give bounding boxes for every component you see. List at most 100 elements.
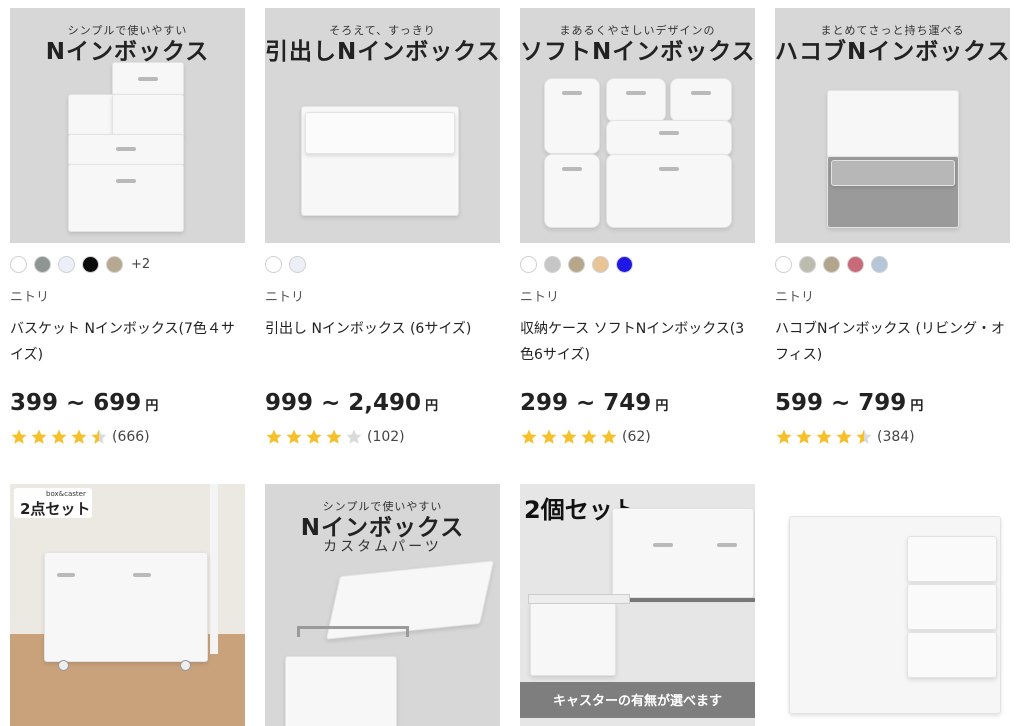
rating-stars bbox=[10, 428, 110, 446]
star-icon bbox=[601, 429, 617, 444]
product-name[interactable]: バスケット Nインボックス(7色４サイズ) bbox=[10, 316, 245, 368]
image-caption: カスタムパーツ bbox=[323, 539, 442, 555]
color-swatch[interactable] bbox=[871, 255, 888, 273]
image-title: ソフトNインボックス bbox=[520, 39, 755, 65]
box-graphic bbox=[544, 78, 600, 154]
rating-stars bbox=[520, 428, 620, 446]
product-image[interactable]: 2個セット キャスターの有無が選べます bbox=[520, 484, 755, 726]
drawer-graphic bbox=[907, 536, 997, 582]
image-title: Nインボックス bbox=[45, 39, 210, 65]
product-image[interactable] bbox=[775, 484, 1010, 726]
color-swatch[interactable] bbox=[799, 255, 816, 273]
product-name[interactable]: 収納ケース ソフトNインボックス(3色6サイズ) bbox=[520, 316, 755, 368]
star-icon bbox=[11, 429, 27, 444]
star-icon bbox=[346, 429, 362, 444]
color-swatch[interactable] bbox=[34, 255, 51, 273]
color-swatch[interactable] bbox=[847, 255, 864, 273]
box-graphic bbox=[112, 94, 184, 138]
rating: (384) bbox=[775, 426, 1010, 448]
box-graphic bbox=[606, 154, 732, 228]
color-swatch[interactable] bbox=[289, 255, 306, 273]
banner-text: キャスターの有無が選べます bbox=[552, 694, 722, 709]
color-swatches bbox=[265, 255, 500, 273]
review-count[interactable]: (666) bbox=[112, 429, 150, 445]
color-swatch[interactable] bbox=[82, 255, 99, 273]
product-card[interactable]: そろえて、すっきり 引出しNインボックス ニトリ 引出し Nインボックス (6サ… bbox=[265, 8, 500, 448]
product-card[interactable] bbox=[775, 484, 1010, 726]
star-icon bbox=[91, 429, 107, 444]
product-image[interactable]: そろえて、すっきり 引出しNインボックス bbox=[265, 8, 500, 243]
caster-graphic bbox=[180, 660, 191, 671]
product-name[interactable]: 引出し Nインボックス (6サイズ) bbox=[265, 316, 500, 368]
box-graphic bbox=[544, 154, 600, 228]
star-icon bbox=[31, 429, 47, 444]
box-graphic bbox=[68, 164, 184, 232]
star-icon bbox=[836, 429, 852, 444]
review-count[interactable]: (384) bbox=[877, 429, 915, 445]
star-icon bbox=[581, 429, 597, 444]
product-card[interactable]: box&caster 2点セット bbox=[10, 484, 245, 726]
product-card[interactable]: まとめてさっと持ち運べる ハコブNインボックス ニトリ ハコブNインボックス (… bbox=[775, 8, 1010, 448]
color-swatch[interactable] bbox=[592, 255, 609, 273]
price-range: 399 ~ 699 bbox=[10, 390, 142, 416]
box-graphic bbox=[285, 656, 397, 726]
drawer-graphic bbox=[907, 632, 997, 678]
color-swatch[interactable] bbox=[823, 255, 840, 273]
review-count[interactable]: (62) bbox=[622, 429, 651, 445]
star-icon bbox=[71, 429, 87, 444]
price: 299 ~ 749 円 bbox=[520, 390, 755, 418]
star-icon bbox=[326, 429, 342, 444]
star-icon bbox=[541, 429, 557, 444]
currency-unit: 円 bbox=[655, 399, 669, 414]
color-swatch[interactable] bbox=[568, 255, 585, 273]
color-swatch[interactable] bbox=[58, 255, 75, 273]
box-graphic bbox=[305, 112, 455, 154]
star-icon bbox=[266, 429, 282, 444]
product-card[interactable]: 2個セット キャスターの有無が選べます bbox=[520, 484, 755, 726]
star-icon bbox=[776, 429, 792, 444]
box-graphic bbox=[831, 160, 955, 186]
brand-label: ニトリ bbox=[775, 290, 815, 305]
currency-unit: 円 bbox=[910, 399, 924, 414]
product-name[interactable]: ハコブNインボックス (リビング・オフィス) bbox=[775, 316, 1010, 368]
price-range: 599 ~ 799 bbox=[775, 390, 907, 416]
product-card[interactable]: シンプルで使いやすい Nインボックス カスタムパーツ bbox=[265, 484, 500, 726]
color-swatch[interactable] bbox=[544, 255, 561, 273]
product-image[interactable]: box&caster 2点セット bbox=[10, 484, 245, 726]
star-icon bbox=[286, 429, 302, 444]
color-swatch[interactable] bbox=[520, 255, 537, 273]
rating: (102) bbox=[265, 426, 500, 448]
product-image[interactable]: まあるくやさしいデザインの ソフトNインボックス bbox=[520, 8, 755, 243]
price: 399 ~ 699 円 bbox=[10, 390, 245, 418]
rating: (666) bbox=[10, 426, 245, 448]
star-icon bbox=[51, 429, 67, 444]
set-badge: box&caster 2点セット bbox=[14, 488, 92, 518]
currency-unit: 円 bbox=[425, 399, 439, 414]
more-colors-label[interactable]: +2 bbox=[131, 257, 150, 272]
color-swatch[interactable] bbox=[265, 255, 282, 273]
color-swatch[interactable] bbox=[775, 255, 792, 273]
star-icon bbox=[796, 429, 812, 444]
product-image[interactable]: シンプルで使いやすい Nインボックス bbox=[10, 8, 245, 243]
product-card[interactable]: シンプルで使いやすい Nインボックス +2 ニトリ バスケット Nインボックス(… bbox=[10, 8, 245, 448]
brand-label: ニトリ bbox=[10, 290, 50, 305]
shelf-graphic bbox=[210, 484, 218, 654]
color-swatch[interactable] bbox=[10, 255, 27, 273]
color-swatch[interactable] bbox=[106, 255, 123, 273]
star-icon bbox=[306, 429, 322, 444]
price: 599 ~ 799 円 bbox=[775, 390, 1010, 418]
product-image[interactable]: まとめてさっと持ち運べる ハコブNインボックス bbox=[775, 8, 1010, 243]
review-count[interactable]: (102) bbox=[367, 429, 405, 445]
caster-graphic bbox=[58, 660, 69, 671]
star-icon bbox=[856, 429, 872, 444]
product-image[interactable]: シンプルで使いやすい Nインボックス カスタムパーツ bbox=[265, 484, 500, 726]
box-graphic bbox=[670, 78, 732, 122]
box-graphic bbox=[112, 62, 184, 96]
currency-unit: 円 bbox=[145, 399, 159, 414]
color-swatches: +2 bbox=[10, 255, 245, 273]
box-graphic bbox=[68, 134, 184, 166]
price-range: 299 ~ 749 bbox=[520, 390, 652, 416]
product-card[interactable]: まあるくやさしいデザインの ソフトNインボックス ニトリ 収納ケース ソフトNイ… bbox=[520, 8, 755, 448]
color-swatch[interactable] bbox=[616, 255, 633, 273]
brand-label: ニトリ bbox=[265, 290, 305, 305]
